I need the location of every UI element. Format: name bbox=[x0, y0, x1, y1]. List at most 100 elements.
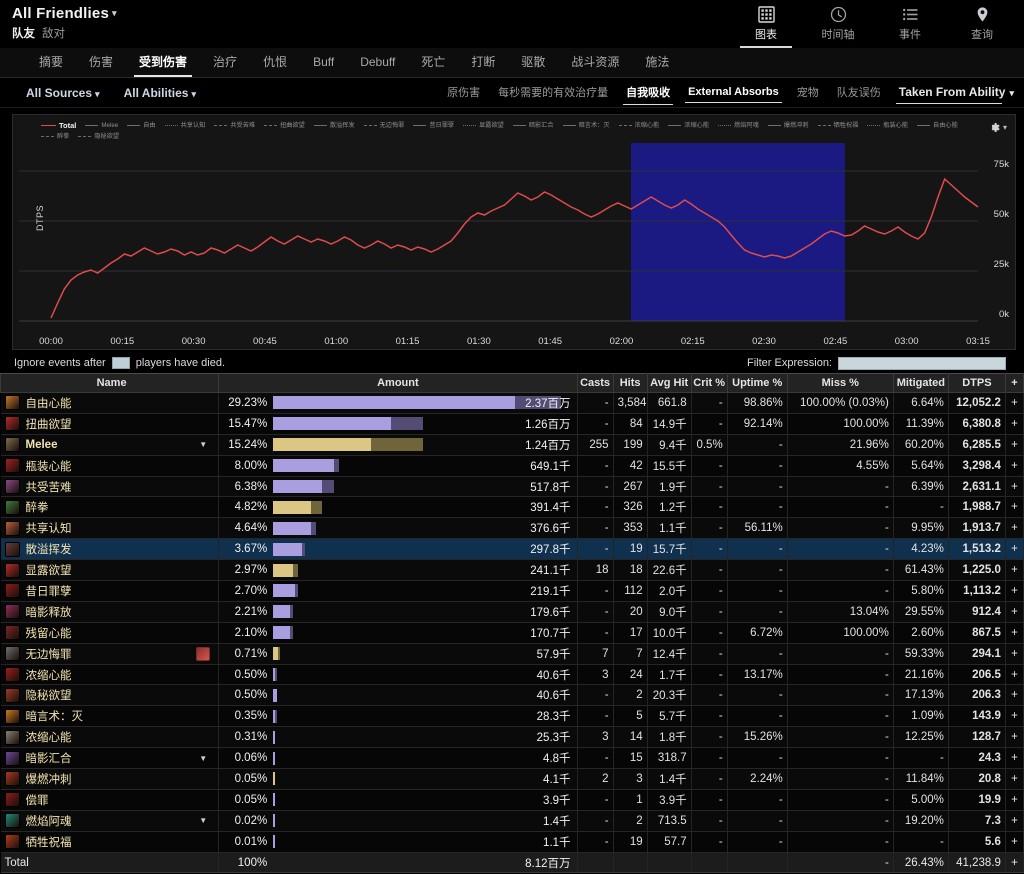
view-mode-0[interactable]: 原伤害 bbox=[438, 81, 489, 105]
table-row[interactable]: 暗言术：灭 0.35% 28.3千 -5 5.7千 - - -1.09% 143.9 + bbox=[0, 705, 1024, 728]
nav-item-timeline[interactable]: 时间轴 bbox=[802, 2, 874, 46]
expand-row-button[interactable]: + bbox=[1005, 747, 1024, 770]
cell-ability-name[interactable]: 共享认知 bbox=[0, 517, 220, 540]
faction-friendly[interactable]: 队友 bbox=[12, 28, 35, 40]
legend-item-2[interactable]: 自由 bbox=[127, 120, 156, 131]
table-row[interactable]: 醉拳 4.82% 391.4千 -326 1.2千 - - - -1,988.7 + bbox=[0, 496, 1024, 519]
table-row[interactable]: 暗影汇合 ▼ 0.06% 4.8千 -15 318.7- - - -24.3 + bbox=[0, 747, 1024, 770]
legend-item-8[interactable]: 昔日罪孽 bbox=[413, 120, 454, 131]
expand-row-button[interactable]: + bbox=[1005, 496, 1024, 519]
tab-7[interactable]: 死亡 bbox=[408, 48, 458, 77]
view-mode-4[interactable]: 宠物 bbox=[788, 81, 828, 105]
legend-item-5[interactable]: 扭曲欲望 bbox=[264, 120, 305, 131]
column-header-1[interactable]: Amount bbox=[218, 373, 578, 393]
cell-ability-name[interactable]: 扭曲欲望 bbox=[0, 413, 220, 435]
nav-item-events[interactable]: 事件 bbox=[874, 2, 946, 46]
expand-row-button[interactable]: + bbox=[1005, 538, 1024, 561]
view-mode-1[interactable]: 每秒需要的有效治疗量 bbox=[489, 81, 617, 105]
table-row[interactable]: 偿罪 0.05% 3.9千 -1 3.9千 - - -5.00% 19.9 + bbox=[0, 789, 1024, 811]
tab-4[interactable]: 仇恨 bbox=[250, 48, 300, 77]
expand-chevron-down-icon[interactable]: ▼ bbox=[199, 440, 207, 449]
cell-ability-name[interactable]: 共受苦难 bbox=[0, 476, 220, 498]
column-header-0[interactable]: Name bbox=[0, 373, 220, 393]
cell-ability-name[interactable]: 浓缩心能 bbox=[0, 726, 220, 749]
legend-item-19[interactable]: 醉拳 bbox=[41, 131, 69, 142]
tab-11[interactable]: 施法 bbox=[632, 48, 682, 77]
cell-ability-name[interactable]: 散溢挥发 bbox=[0, 538, 220, 561]
cell-ability-name[interactable]: 暗影释放 bbox=[0, 601, 220, 623]
column-header-4[interactable]: Avg Hit bbox=[646, 373, 692, 393]
table-row[interactable]: 爆燃冲刺 0.05% 4.1千 2 3 1.4千 -2.24% -11.84% 20.8 + bbox=[0, 768, 1024, 790]
cell-ability-name[interactable]: 残留心能 bbox=[0, 622, 220, 644]
legend-item-18[interactable]: 自由心能 bbox=[917, 120, 958, 131]
view-mode-3[interactable]: External Absorbs bbox=[679, 83, 788, 103]
cell-ability-name[interactable]: 爆燃冲刺 bbox=[0, 768, 220, 790]
table-row[interactable]: 自由心能 29.23% 2.37百万 -3,584 661.8-98.86% 100.00… bbox=[0, 392, 1024, 414]
expand-chevron-down-icon[interactable]: ▼ bbox=[199, 754, 207, 763]
expand-row-button[interactable]: + bbox=[1005, 622, 1024, 644]
fight-selector[interactable]: All Friendlies ▾ bbox=[12, 5, 117, 22]
legend-item-13[interactable]: 浓缩心能 bbox=[668, 120, 709, 131]
table-row[interactable]: 显露欲望 2.97% 241.1千 18 18 22.6千 - - -61.43% 1,225.0… bbox=[0, 559, 1024, 582]
legend-item-4[interactable]: 共受苦难 bbox=[214, 120, 255, 131]
table-row[interactable]: 无边悔罪 0.71% 57.9千 7 7 12.4千 - - -59.33% 294.1 + bbox=[0, 643, 1024, 665]
table-row[interactable]: 牺牲祝福 0.01% 1.1千 -19 57.7- - - -5.6 + bbox=[0, 831, 1024, 853]
tab-10[interactable]: 战斗资源 bbox=[558, 48, 632, 77]
column-header-10[interactable]: + bbox=[1004, 373, 1024, 393]
table-row[interactable]: 浓缩心能 0.31% 25.3千 3 14 1.8千 -15.26% -12.25% 128.7… bbox=[0, 726, 1024, 749]
cell-ability-name[interactable]: 无边悔罪 bbox=[0, 643, 220, 665]
taken-from-ability-dropdown[interactable]: Taken From Ability ▾ bbox=[890, 82, 1016, 104]
legend-item-20[interactable]: 隐秘欲望 bbox=[78, 131, 119, 142]
legend-item-6[interactable]: 散溢挥发 bbox=[313, 120, 355, 131]
legend-item-17[interactable]: 瓶装心能 bbox=[867, 120, 908, 131]
cell-ability-name[interactable]: 昔日罪孽 bbox=[0, 580, 220, 602]
expand-chevron-down-icon[interactable]: ▼ bbox=[199, 816, 207, 825]
column-header-3[interactable]: Hits bbox=[612, 373, 648, 393]
expand-row-button[interactable]: + bbox=[1005, 517, 1024, 540]
chart-plot-area[interactable]: 0k 25k 50k 75k 00:00 00:15 00:30 00:45 01:00 01:1… bbox=[13, 143, 1015, 349]
expand-row-button[interactable]: + bbox=[1005, 559, 1024, 582]
table-row[interactable]: Melee ▼ 15.24% 1.24百万 255 199 9.4千 0.5% -21.96% 6… bbox=[0, 434, 1024, 456]
expand-row-button[interactable]: + bbox=[1005, 664, 1024, 686]
legend-item-3[interactable]: 共享认知 bbox=[164, 120, 205, 131]
table-row[interactable]: 浓缩心能 0.50% 40.6千 3 24 1.7千 -13.17% -21.16% 206.5… bbox=[0, 664, 1024, 686]
table-row[interactable]: 共受苦难 6.38% 517.8千 -267 1.9千 - - -6.39% 2,631.1 + bbox=[0, 476, 1024, 498]
cell-ability-name[interactable]: 自由心能 bbox=[0, 392, 220, 414]
table-row[interactable]: 扭曲欲望 15.47% 1.26百万 -84 14.9千 -92.14% 100.00% 11… bbox=[0, 413, 1024, 435]
expand-row-button[interactable]: + bbox=[1005, 392, 1024, 414]
table-row[interactable]: 残留心能 2.10% 170.7千 -17 10.0千 -6.72% 100.00% 2.60… bbox=[0, 622, 1024, 644]
table-row[interactable]: 散溢挥发 3.67% 297.8千 -19 15.7千 - - -4.23% 1,513.2 + bbox=[0, 538, 1024, 561]
cell-ability-name[interactable]: Melee ▼ bbox=[0, 434, 220, 456]
expand-row-button[interactable]: + bbox=[1005, 726, 1024, 749]
expand-row-button[interactable]: + bbox=[1005, 705, 1024, 728]
chart-settings-button[interactable]: ▾ bbox=[988, 121, 1007, 134]
expand-row-button[interactable]: + bbox=[1005, 476, 1024, 498]
cell-ability-name[interactable]: 牺牲祝福 bbox=[0, 831, 220, 853]
all-sources-dropdown[interactable]: All Sources ▾ bbox=[26, 86, 100, 100]
cell-ability-name[interactable]: 燃焰阿魂 ▼ bbox=[0, 810, 220, 832]
cell-ability-name[interactable]: 瓶装心能 bbox=[0, 455, 220, 477]
total-expand-button[interactable]: + bbox=[1005, 852, 1024, 874]
expand-row-button[interactable]: + bbox=[1005, 768, 1024, 790]
table-row[interactable]: 暗影释放 2.21% 179.6千 -20 9.0千 - -13.04% 29.55% 912.… bbox=[0, 601, 1024, 623]
tab-6[interactable]: Debuff bbox=[347, 50, 408, 76]
ignore-events-input[interactable] bbox=[111, 357, 130, 369]
expand-row-button[interactable]: + bbox=[1005, 789, 1024, 811]
legend-item-10[interactable]: 暗影汇合 bbox=[512, 120, 554, 131]
expand-row-button[interactable]: + bbox=[1005, 413, 1024, 435]
table-row[interactable]: 瓶装心能 8.00% 649.1千 -42 15.5千 - -4.55% 5.64% 3,298… bbox=[0, 455, 1024, 477]
view-mode-5[interactable]: 队友误伤 bbox=[828, 81, 890, 105]
legend-item-0[interactable]: Total bbox=[41, 120, 76, 131]
column-header-6[interactable]: Uptime % bbox=[726, 373, 788, 393]
column-header-5[interactable]: Crit % bbox=[690, 373, 728, 393]
tab-8[interactable]: 打断 bbox=[458, 48, 508, 77]
legend-item-7[interactable]: 无边悔罪 bbox=[363, 120, 404, 131]
filter-expression-input[interactable] bbox=[838, 356, 1006, 370]
cell-ability-name[interactable]: 暗影汇合 ▼ bbox=[0, 747, 220, 770]
cell-ability-name[interactable]: 醉拳 bbox=[0, 496, 220, 519]
table-row[interactable]: 昔日罪孽 2.70% 219.1千 -112 2.0千 - - -5.80% 1,113.2 + bbox=[0, 580, 1024, 602]
expand-row-button[interactable]: + bbox=[1005, 643, 1024, 665]
expand-row-button[interactable]: + bbox=[1005, 434, 1024, 456]
legend-item-11[interactable]: 暗言术：灭 bbox=[562, 120, 610, 131]
column-header-2[interactable]: Casts bbox=[576, 373, 614, 393]
